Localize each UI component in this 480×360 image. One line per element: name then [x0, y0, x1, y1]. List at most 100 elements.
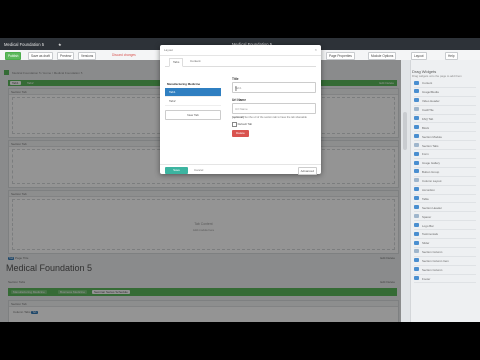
widget-icon	[414, 107, 419, 112]
text-cursor-icon: I	[235, 86, 237, 93]
widget-label: Testimonials	[422, 232, 438, 237]
module-options-button[interactable]: Module Options	[368, 52, 397, 60]
widget-icon	[414, 196, 419, 201]
widget-icon	[414, 258, 419, 263]
widget-item[interactable]: Block	[414, 123, 476, 133]
advanced-button[interactable]: Advanced	[297, 167, 317, 175]
widget-icon	[414, 276, 419, 281]
widget-icon	[414, 213, 419, 218]
widget-item[interactable]: Content	[414, 79, 476, 88]
widget-item[interactable]: Spacer	[414, 212, 476, 222]
widget-label: Logo Bar	[422, 223, 434, 228]
tab-list-item[interactable]: Tab1	[165, 88, 221, 97]
widget-list: Content Image/Media Video Header Card/Tile F…	[414, 79, 476, 284]
save-draft-button[interactable]: Save as draft	[28, 52, 53, 60]
widget-item[interactable]: Table	[414, 195, 476, 204]
widget-label: Video Header	[422, 99, 440, 104]
widget-item[interactable]: Form	[414, 150, 476, 160]
widget-icon	[414, 151, 419, 156]
layout-button[interactable]: Layout	[411, 52, 427, 60]
help-button[interactable]: Help	[445, 52, 458, 60]
widget-label: Content	[422, 81, 433, 86]
tab-list: Manufacturing Medicine Tab1 Tab2 New Tab	[165, 81, 221, 120]
url-help-text: (optional) Set the url of the section ta…	[232, 116, 307, 119]
widget-label: Section Module	[422, 134, 442, 139]
widget-item[interactable]: Button Group	[414, 168, 476, 177]
widget-item[interactable]: Accordion	[414, 186, 476, 195]
widget-item[interactable]: Testimonials	[414, 230, 476, 240]
widget-label: Block	[422, 125, 430, 130]
widget-item[interactable]: Slider	[414, 239, 476, 248]
widget-label: Spacer	[422, 214, 432, 219]
default-tab-checkbox[interactable]: Default Tab	[232, 122, 316, 127]
widget-label: Section Column	[422, 268, 443, 272]
widget-item[interactable]: Section Tabs	[414, 141, 476, 151]
modal-title: Layout	[164, 48, 174, 52]
widget-label: Slider	[422, 241, 430, 246]
close-icon[interactable]: ×	[315, 47, 317, 52]
widget-item[interactable]: FAQ Tab	[414, 115, 476, 124]
widget-icon	[414, 133, 419, 138]
modal-footer: Save Cancel Advanced	[160, 164, 321, 175]
widget-item[interactable]: Section Column Item	[414, 257, 476, 266]
widget-item[interactable]: Image Gallery	[414, 159, 476, 168]
tab-settings-modal: Layout × Tabs Content Manufacturing Medi…	[160, 45, 321, 175]
widget-label: Image/Media	[422, 90, 439, 95]
tab-content[interactable]: Content	[187, 58, 204, 65]
save-button[interactable]: Save	[165, 167, 188, 174]
widget-item[interactable]: Image/Media	[414, 88, 476, 97]
widget-item[interactable]: Section Column	[414, 266, 476, 275]
tab-list-heading: Manufacturing Medicine	[167, 82, 201, 86]
widget-icon	[414, 160, 419, 165]
title-input[interactable]: Tab1 I	[232, 82, 316, 93]
favorite-icon[interactable]: ★	[58, 42, 62, 47]
widget-icon	[414, 187, 419, 192]
widget-label: Table	[422, 196, 429, 201]
discard-changes-link[interactable]: Discard changes	[112, 53, 136, 57]
widget-label: Footer	[422, 276, 431, 281]
widget-item[interactable]: Logo Bar	[414, 221, 476, 231]
preview-button[interactable]: Preview	[57, 52, 75, 60]
widget-label: Column Layout	[422, 179, 442, 184]
tab-list-item[interactable]: Tab2	[165, 97, 221, 106]
widget-item[interactable]: Section Header	[414, 203, 476, 213]
scrollbar-thumb[interactable]	[403, 112, 407, 150]
modal-tabs: Tabs Content	[165, 58, 316, 67]
widget-label: Section Tabs	[422, 143, 439, 148]
widget-label: Button Group	[422, 170, 440, 175]
widget-label: Section Column	[422, 250, 443, 255]
delete-tab-button[interactable]: Delete	[232, 130, 249, 137]
widget-icon	[414, 267, 419, 272]
widget-icon	[414, 80, 419, 85]
tab-form: Title Tab1 I Url Name Url Name (optional…	[232, 77, 316, 137]
tab-tabs[interactable]: Tabs	[169, 58, 184, 67]
url-input[interactable]: Url Name	[232, 103, 316, 114]
widget-label: FAQ Tab	[422, 116, 434, 121]
widget-icon	[414, 124, 419, 129]
widget-label: Image Gallery	[422, 161, 440, 166]
widget-icon	[414, 204, 419, 209]
widget-icon	[414, 89, 419, 94]
new-tab-button[interactable]: New Tab	[165, 110, 221, 120]
widget-item[interactable]: Column Layout	[414, 177, 476, 186]
widget-icon	[414, 222, 419, 227]
checkbox-icon[interactable]	[232, 122, 237, 127]
widget-item[interactable]: Section Column	[414, 248, 476, 257]
widget-icon	[414, 231, 419, 236]
widget-item[interactable]: Card/Tile	[414, 106, 476, 115]
cancel-button[interactable]: Cancel	[194, 168, 203, 172]
widget-icon	[414, 240, 419, 245]
widget-item[interactable]: Video Header	[414, 97, 476, 106]
widget-icon	[414, 169, 419, 174]
panel-scrollbar[interactable]	[401, 60, 411, 322]
publish-button[interactable]: Publish	[5, 52, 22, 60]
widget-item[interactable]: Footer	[414, 275, 476, 284]
versions-button[interactable]: Versions	[78, 52, 97, 60]
widget-item[interactable]: Section Module	[414, 132, 476, 142]
widget-panel-subtitle: Drag widgets onto the page to add them	[412, 74, 462, 78]
widget-label: Section Column Item	[422, 259, 449, 264]
widget-label: Accordion	[422, 187, 435, 192]
widget-icon	[414, 249, 419, 254]
app-screen: Medical Foundation 5 ★ Medical Foundatio…	[0, 38, 480, 322]
page-properties-button[interactable]: Page Properties	[326, 52, 355, 60]
